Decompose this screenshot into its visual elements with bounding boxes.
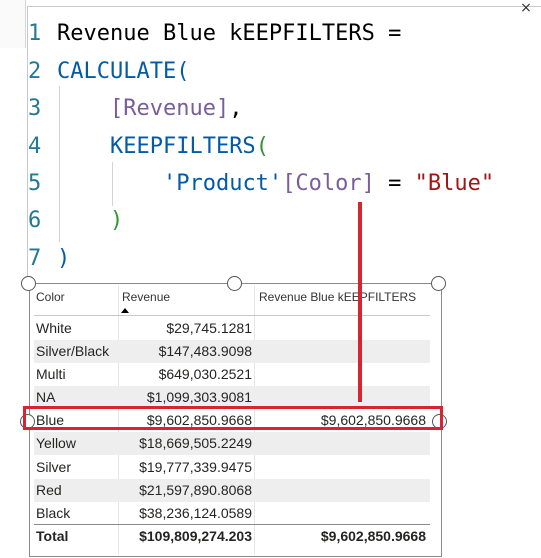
cell-revenue: $147,483.9098 [158, 343, 252, 359]
line-number: 2 [28, 59, 42, 84]
total-revenue-blue: $9,602,850.9668 [320, 528, 426, 544]
resize-handle[interactable] [227, 276, 242, 291]
cell-color: Black [36, 505, 71, 521]
highlight-box [23, 406, 443, 430]
table-row[interactable]: White $29,745.1281 [34, 317, 430, 340]
cell-revenue: $649,030.2521 [158, 366, 252, 382]
table-row[interactable]: Silver/Black $147,483.9098 [34, 340, 430, 363]
cell-revenue: $19,777,339.9475 [139, 459, 252, 475]
code-token: ) [57, 246, 71, 271]
cell-color: Silver [36, 459, 72, 475]
code-token: KEEPFILTERS [109, 134, 256, 159]
total-label: Total [36, 528, 69, 544]
code-token: ) [109, 208, 124, 233]
dax-editor[interactable]: × 1 2 3 4 5 6 7 Revenue Blue kEEPFILTERS… [0, 0, 541, 276]
code-token: ( [176, 59, 190, 84]
code-line[interactable]: ) [57, 208, 123, 233]
code-line[interactable]: Revenue Blue kEEPFILTERS = [57, 21, 401, 46]
code-token: 'Product' [162, 171, 283, 196]
code-line[interactable]: 'Product'[Color] = "Blue" [57, 171, 494, 196]
column-header-color[interactable]: Color [36, 290, 65, 304]
cell-color: Silver/Black [36, 343, 110, 359]
close-icon[interactable]: × [516, 1, 536, 16]
annotation-connector-line [358, 202, 362, 402]
cell-color: Multi [36, 366, 66, 382]
table-row[interactable]: Black $38,236,124.0589 [34, 502, 430, 525]
cell-color: Yellow [36, 435, 76, 451]
code-token: , [229, 96, 243, 121]
line-number: 5 [28, 171, 42, 196]
code-token: "Blue" [414, 171, 495, 196]
table-row[interactable]: Multi $649,030.2521 [34, 363, 430, 386]
line-number: 7 [28, 246, 42, 271]
code-line[interactable]: KEEPFILTERS( [57, 134, 269, 159]
code-token: = [374, 171, 415, 196]
code-token: CALCULATE [57, 59, 177, 84]
code-line[interactable]: CALCULATE( [57, 59, 189, 84]
table-row[interactable]: Silver $19,777,339.9475 [34, 456, 430, 479]
cell-revenue: $18,669,505.2249 [139, 435, 252, 451]
cell-color: White [36, 320, 72, 336]
sort-ascending-icon [121, 308, 129, 313]
line-number: 4 [28, 134, 42, 159]
code-line[interactable]: [Revenue], [57, 96, 242, 121]
resize-handle[interactable] [431, 276, 446, 291]
line-number: 3 [28, 96, 42, 121]
header-divider [34, 315, 430, 316]
code-line[interactable]: ) [57, 246, 70, 271]
code-token: [Revenue] [109, 96, 230, 121]
left-panel-strip [0, 0, 26, 48]
code-token: Revenue Blue kEEPFILTERS = [57, 21, 402, 46]
resize-handle[interactable] [21, 276, 36, 291]
total-revenue: $109,809,274.203 [139, 528, 252, 544]
total-row: Total $109,809,274.203 $9,602,850.9668 [34, 525, 430, 548]
column-header-revenue-blue[interactable]: Revenue Blue kEEPFILTERS [259, 290, 416, 304]
line-number: 6 [28, 208, 42, 233]
cell-revenue: $21,597,890.8068 [139, 482, 252, 498]
table-row[interactable]: Yellow $18,669,505.2249 [34, 432, 430, 455]
cell-revenue: $38,236,124.0589 [139, 505, 252, 521]
code-token: [Color] [282, 171, 375, 196]
cell-revenue: $29,745.1281 [166, 320, 252, 336]
cell-color: NA [36, 389, 56, 405]
column-header-revenue[interactable]: Revenue [122, 290, 170, 304]
code-token: ( [255, 134, 269, 159]
cell-color: Red [36, 482, 62, 498]
line-number: 1 [28, 21, 42, 46]
cell-revenue: $1,099,303.9081 [146, 389, 252, 405]
table-row[interactable]: Red $21,597,890.8068 [34, 479, 430, 502]
